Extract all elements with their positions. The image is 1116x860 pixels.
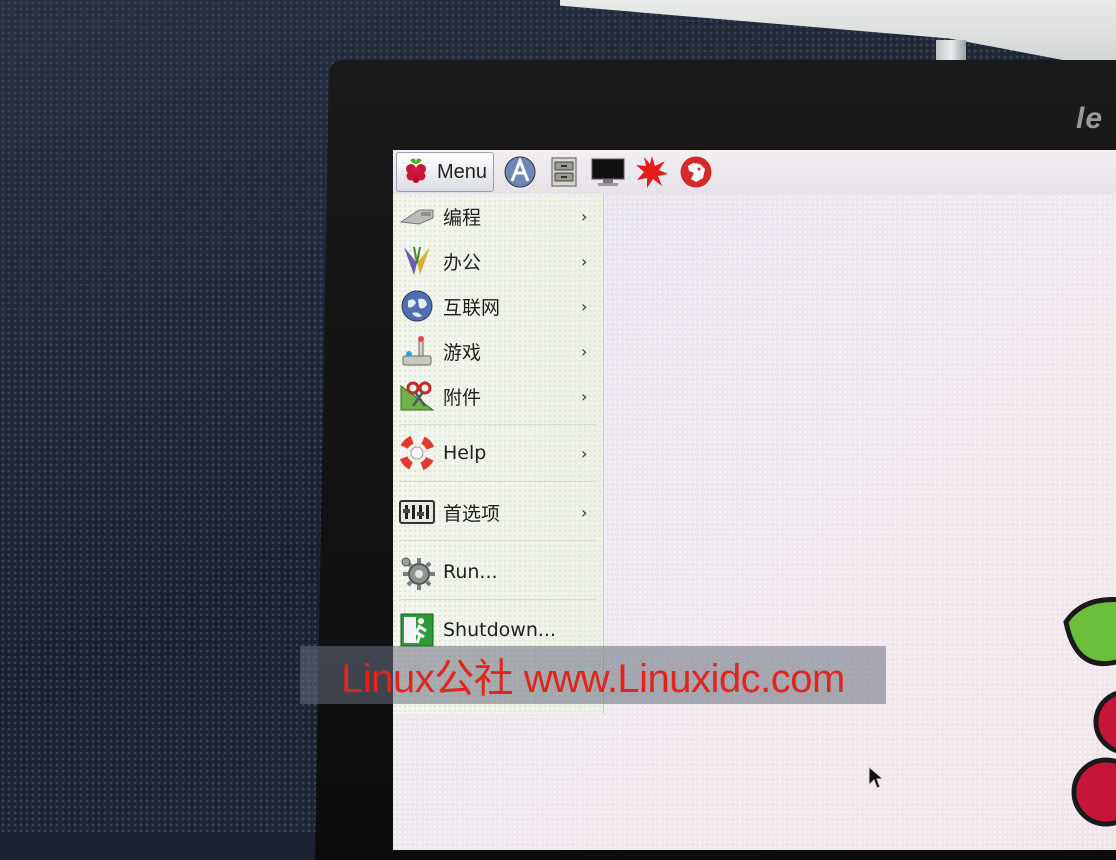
wolfram-icon[interactable] [678, 154, 714, 190]
menu-separator [399, 424, 597, 425]
web-browser-icon[interactable] [502, 154, 538, 190]
raspberry-icon [401, 154, 431, 190]
chevron-right-icon: › [581, 206, 588, 226]
menu-separator [399, 599, 597, 600]
menu-item-help[interactable]: Help › [393, 431, 603, 475]
menu-item-office[interactable]: 办公 › [393, 239, 603, 283]
desktop-screen: Menu 编程 › 办公 › 互联网 › 游戏 › 附件 › Help › 首选… [393, 150, 1116, 850]
menu-item-label: Run... [443, 561, 498, 583]
menu-item-accessories[interactable]: 附件 › [393, 374, 603, 418]
mouse-pointer-icon [868, 765, 885, 794]
menu-button-label: Menu [437, 160, 488, 183]
menu-item-label: 办公 [443, 251, 482, 274]
chevron-right-icon: › [581, 341, 588, 361]
raspberry-pi-wallpaper-logo [1046, 592, 1116, 850]
monitor-brand-logo: le [1076, 102, 1104, 135]
menu-item-internet[interactable]: 互联网 › [393, 284, 603, 328]
chevron-right-icon: › [581, 443, 588, 463]
menu-item-label: 首选项 [443, 502, 501, 525]
shutdown-exit-icon [397, 610, 437, 650]
menu-item-run[interactable]: Run... [393, 550, 603, 594]
menu-item-label: 互联网 [443, 296, 501, 319]
chevron-right-icon: › [581, 502, 588, 522]
menu-item-label: Shutdown... [443, 619, 556, 641]
preferences-icon [397, 492, 437, 532]
menu-item-label: 编程 [443, 206, 482, 229]
watermark-banner: Linux公社 www.Linuxidc.com [300, 646, 886, 704]
menu-separator [399, 540, 597, 541]
menu-item-label: 游戏 [443, 341, 482, 364]
menu-item-label: Help [443, 442, 487, 464]
office-icon [397, 241, 437, 281]
menu-button[interactable]: Menu [396, 152, 495, 192]
menu-item-programming[interactable]: 编程 › [393, 194, 603, 238]
internet-icon [397, 286, 437, 326]
games-icon [397, 331, 437, 371]
menu-item-label: 附件 [443, 386, 482, 409]
terminal-icon[interactable] [590, 154, 626, 190]
chevron-right-icon: › [581, 386, 588, 406]
main-menu: 编程 › 办公 › 互联网 › 游戏 › 附件 › Help › 首选项 › R… [393, 194, 604, 714]
menu-item-games[interactable]: 游戏 › [393, 329, 603, 373]
chevron-right-icon: › [581, 251, 588, 271]
mathematica-icon[interactable] [634, 154, 670, 190]
taskbar: Menu [393, 150, 1116, 194]
accessories-icon [397, 376, 437, 416]
programming-icon [397, 196, 437, 236]
run-gear-icon [397, 552, 437, 592]
chevron-right-icon: › [581, 296, 588, 316]
help-lifebuoy-icon [397, 433, 437, 473]
file-manager-icon[interactable] [546, 154, 582, 190]
menu-separator [399, 481, 597, 482]
menu-item-preferences[interactable]: 首选项 › [393, 490, 603, 534]
